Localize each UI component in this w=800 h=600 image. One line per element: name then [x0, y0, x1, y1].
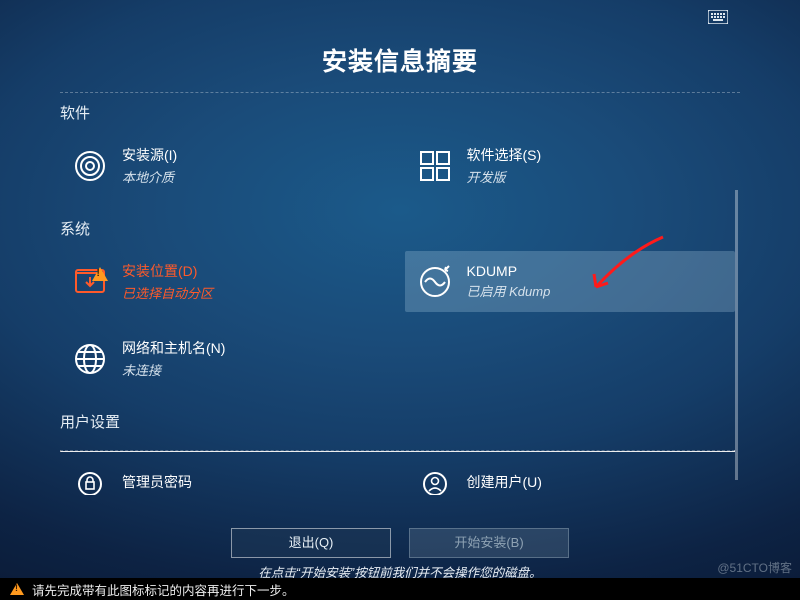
watermark: @51CTO博客: [717, 559, 792, 576]
tile-heading: 创建用户(U): [467, 472, 542, 492]
section-user: 用户设置: [60, 411, 735, 432]
tile-heading: 安装位置(D): [122, 261, 213, 281]
begin-install-button[interactable]: 开始安装(B): [409, 528, 569, 558]
tile-heading: 管理员密码: [122, 472, 192, 492]
warning-bar: 请先完成带有此图标标记的内容再进行下一步。: [0, 578, 800, 600]
tile-software-selection[interactable]: 软件选择(S) 开发版: [405, 135, 736, 196]
target-icon: [72, 148, 108, 184]
tile-sub: 未连接: [122, 360, 225, 379]
tile-network[interactable]: 网络和主机名(N) 未连接: [60, 328, 391, 389]
summary-scroll: 软件 安装源(I) 本地介质 软件选择(S) 开发版 系统: [60, 88, 735, 528]
tile-install-destination[interactable]: 安装位置(D) 已选择自动分区: [60, 251, 391, 312]
tile-heading: 网络和主机名(N): [122, 338, 225, 358]
apps-grid-icon: [417, 148, 453, 184]
tile-heading: KDUMP: [467, 263, 551, 279]
divider: [60, 450, 735, 452]
tile-heading: 软件选择(S): [467, 145, 542, 165]
quit-button[interactable]: 退出(Q): [231, 528, 391, 558]
warning-triangle-icon: [10, 583, 24, 595]
tile-install-source[interactable]: 安装源(I) 本地介质: [60, 135, 391, 196]
user-icon: [417, 464, 453, 500]
tile-sub: 本地介质: [122, 167, 177, 186]
tile-sub: 已启用 Kdump: [467, 281, 551, 300]
tile-heading: 安装源(I): [122, 145, 177, 165]
tile-sub: 开发版: [467, 167, 542, 186]
tile-create-user[interactable]: 创建用户(U): [405, 462, 736, 502]
keyboard-icon[interactable]: [708, 10, 728, 29]
tile-root-password[interactable]: 管理员密码: [60, 462, 391, 502]
footer: 退出(Q) 开始安装(B) 在点击“开始安装”按钮前我们并不会操作您的磁盘。 请…: [0, 526, 800, 600]
section-software: 软件: [60, 102, 735, 123]
kdump-icon: [417, 264, 453, 300]
disk-download-icon: [72, 264, 108, 300]
lock-icon: [72, 464, 108, 500]
page-title: 安装信息摘要: [0, 0, 800, 78]
scrollbar[interactable]: [735, 190, 738, 480]
warning-text: 请先完成带有此图标标记的内容再进行下一步。: [32, 580, 295, 599]
tile-sub: 已选择自动分区: [122, 283, 213, 302]
globe-icon: [72, 341, 108, 377]
section-system: 系统: [60, 218, 735, 239]
warning-badge-icon: [92, 267, 108, 281]
tile-kdump[interactable]: KDUMP 已启用 Kdump: [405, 251, 736, 312]
